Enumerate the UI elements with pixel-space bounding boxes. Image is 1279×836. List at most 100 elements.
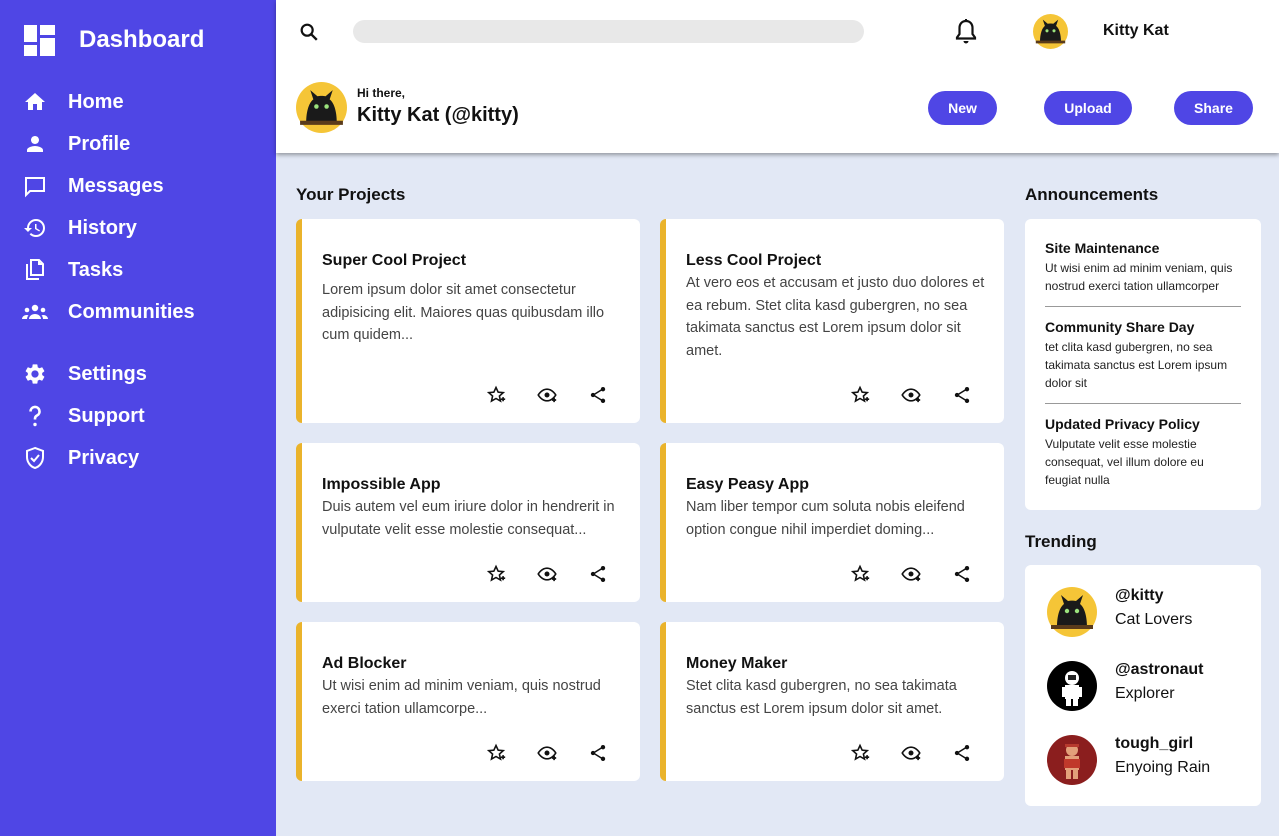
announcement-title: Community Share Day: [1045, 319, 1195, 335]
project-description: Nam liber tempor cum soluta nobis eleife…: [686, 499, 965, 538]
avatar: [1047, 587, 1097, 637]
divider: [1045, 306, 1241, 307]
sidebar-item-label: Settings: [68, 362, 147, 385]
project-actions: [850, 564, 1003, 584]
announcement-title: Site Maintenance: [1045, 240, 1160, 256]
user-name[interactable]: Kitty Kat: [1103, 22, 1169, 40]
shield-icon: [22, 445, 48, 471]
star-add-icon[interactable]: [850, 385, 870, 405]
share-icon[interactable]: [588, 564, 608, 584]
avatar: [1047, 735, 1097, 785]
watch-icon[interactable]: [537, 385, 557, 405]
sidebar: Dashboard Home Profile Messages History: [0, 0, 276, 836]
app-title: Dashboard: [79, 26, 205, 53]
avatar: [296, 82, 347, 133]
trending-item[interactable]: @astronaut Explorer: [1047, 661, 1247, 711]
divider: [1045, 403, 1241, 404]
project-actions: [850, 743, 1003, 763]
trending-handle: @astronaut: [1115, 661, 1204, 678]
star-add-icon[interactable]: [486, 743, 506, 763]
project-description: Duis autem vel eum iriure dolor in hendr…: [322, 499, 615, 538]
project-card[interactable]: Money Maker Stet clita kasd gubergren, n…: [660, 622, 1004, 781]
project-description: Ut wisi enim ad minim veniam, quis nostr…: [322, 678, 601, 717]
project-title: Less Cool Project: [686, 252, 822, 269]
trending-handle: @kitty: [1115, 587, 1164, 604]
project-card[interactable]: Less Cool Project At vero eos et accusam…: [660, 219, 1004, 423]
tasks-icon: [22, 257, 48, 283]
sidebar-nav: Home Profile Messages History Tasks Comm…: [0, 81, 276, 479]
person-icon: [22, 131, 48, 157]
watch-icon[interactable]: [537, 564, 557, 584]
trending-subtitle: Explorer: [1115, 685, 1175, 702]
project-title: Super Cool Project: [322, 252, 467, 269]
watch-icon[interactable]: [537, 743, 557, 763]
sidebar-item-tasks[interactable]: Tasks: [0, 249, 276, 291]
announcement-title: Updated Privacy Policy: [1045, 416, 1200, 432]
sidebar-item-messages[interactable]: Messages: [0, 165, 276, 207]
project-title: Ad Blocker: [322, 655, 407, 672]
watch-icon[interactable]: [901, 564, 921, 584]
new-button[interactable]: New: [928, 91, 997, 125]
sidebar-item-home[interactable]: Home: [0, 81, 276, 123]
sidebar-item-label: Support: [68, 404, 145, 427]
message-icon: [22, 173, 48, 199]
trending-item[interactable]: @kitty Cat Lovers: [1047, 587, 1247, 637]
search-icon[interactable]: [298, 21, 320, 43]
announcement-item[interactable]: Community Share Day tet clita kasd guber…: [1045, 319, 1241, 392]
projects-title: Your Projects: [296, 185, 406, 204]
star-add-icon[interactable]: [850, 743, 870, 763]
project-description: Stet clita kasd gubergren, no sea takima…: [686, 678, 957, 717]
trending-item[interactable]: tough_girl Enyoing Rain: [1047, 735, 1247, 785]
sidebar-item-privacy[interactable]: Privacy: [0, 437, 276, 479]
watch-icon[interactable]: [901, 385, 921, 405]
sidebar-item-label: Privacy: [68, 446, 140, 469]
upload-button[interactable]: Upload: [1044, 91, 1132, 125]
project-actions: [850, 385, 1003, 405]
project-description: At vero eos et accusam et justo duo dolo…: [686, 275, 985, 359]
sidebar-item-communities[interactable]: Communities: [0, 291, 276, 333]
share-icon[interactable]: [588, 385, 608, 405]
trending-handle: tough_girl: [1115, 735, 1194, 752]
share-icon[interactable]: [952, 743, 972, 763]
history-icon: [22, 215, 48, 241]
project-actions: [486, 385, 639, 405]
project-actions: [486, 564, 639, 584]
display-name: Kitty Kat (@kitty): [357, 104, 519, 126]
share-icon[interactable]: [952, 564, 972, 584]
avatar[interactable]: [1033, 14, 1068, 49]
project-actions: [486, 743, 639, 763]
sidebar-item-profile[interactable]: Profile: [0, 123, 276, 165]
sidebar-item-support[interactable]: Support: [0, 395, 276, 437]
sidebar-item-label: Tasks: [68, 258, 124, 281]
announcement-text: Vulputate velit esse molestie consequat,…: [1045, 437, 1204, 487]
search-input[interactable]: [353, 20, 864, 43]
star-add-icon[interactable]: [486, 564, 506, 584]
share-button[interactable]: Share: [1174, 91, 1253, 125]
bell-icon[interactable]: [954, 18, 978, 46]
announcement-item[interactable]: Updated Privacy Policy Vulputate velit e…: [1045, 416, 1241, 489]
sidebar-divider: [0, 333, 276, 353]
project-card[interactable]: Ad Blocker Ut wisi enim ad minim veniam,…: [296, 622, 640, 781]
project-card[interactable]: Impossible App Duis autem vel eum iriure…: [296, 443, 640, 602]
sidebar-item-label: Messages: [68, 174, 164, 197]
groups-icon: [22, 299, 48, 325]
question-icon: [22, 403, 48, 429]
project-title: Impossible App: [322, 476, 441, 493]
announcement-item[interactable]: Site Maintenance Ut wisi enim ad minim v…: [1045, 240, 1241, 295]
star-add-icon[interactable]: [850, 564, 870, 584]
share-icon[interactable]: [588, 743, 608, 763]
sidebar-item-settings[interactable]: Settings: [0, 353, 276, 395]
trending-subtitle: Enyoing Rain: [1115, 759, 1211, 776]
trending-panel: @kitty Cat Lovers @astronaut Explorer to…: [1025, 565, 1261, 806]
share-icon[interactable]: [952, 385, 972, 405]
brand[interactable]: Dashboard: [24, 24, 204, 56]
project-card[interactable]: Easy Peasy App Nam liber tempor cum solu…: [660, 443, 1004, 602]
watch-icon[interactable]: [901, 743, 921, 763]
sidebar-item-history[interactable]: History: [0, 207, 276, 249]
sidebar-item-label: History: [68, 216, 137, 239]
project-card[interactable]: Super Cool Project Lorem ipsum dolor sit…: [296, 219, 640, 423]
star-add-icon[interactable]: [486, 385, 506, 405]
sidebar-item-label: Home: [68, 90, 124, 113]
project-description: Lorem ipsum dolor sit amet consectetur a…: [322, 282, 605, 343]
announcement-text: tet clita kasd gubergren, no sea takimat…: [1045, 340, 1228, 390]
